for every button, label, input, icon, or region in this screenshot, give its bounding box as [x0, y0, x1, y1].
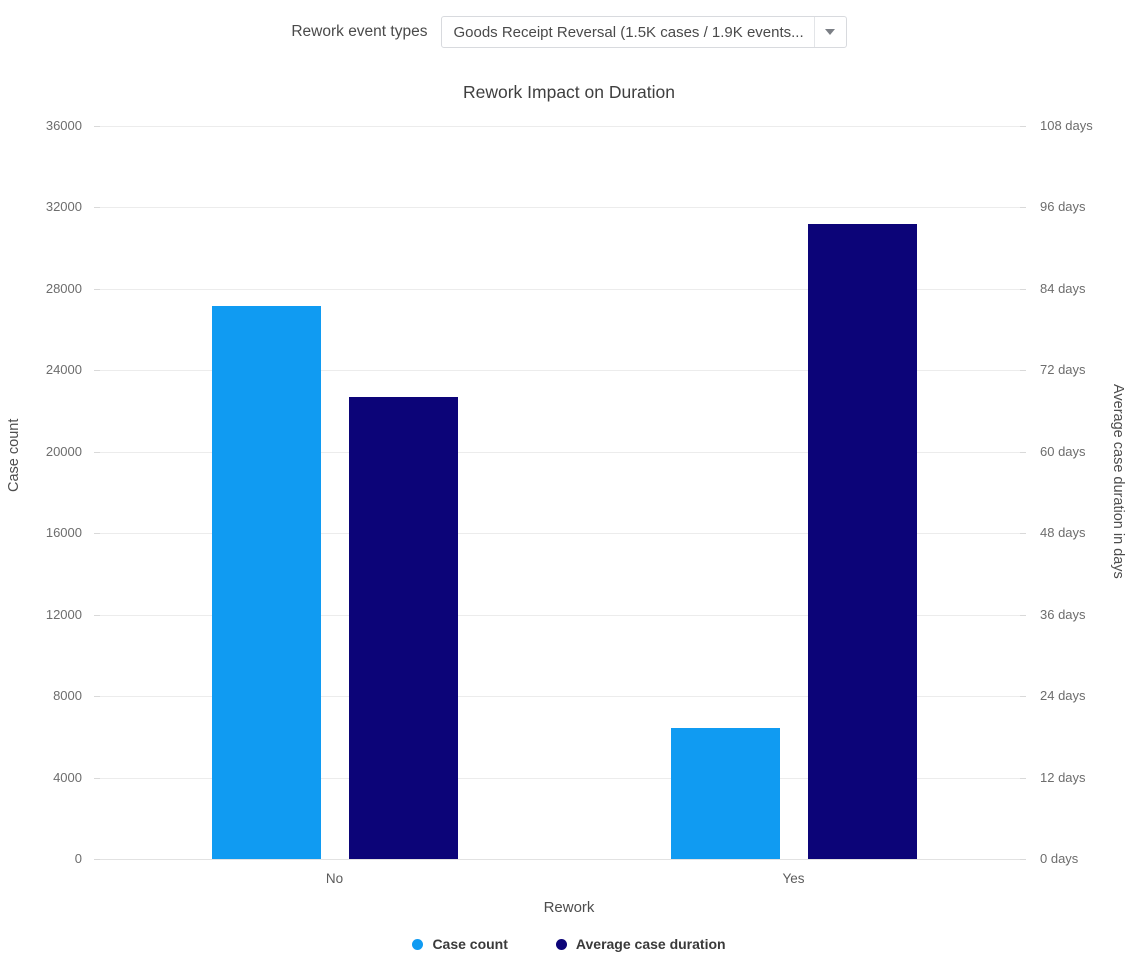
y-axis-tick-right	[1020, 696, 1026, 698]
y-axis-tick-label-right: 12 days	[1040, 769, 1086, 785]
legend-item[interactable]: Case count	[412, 936, 508, 952]
y-axis-title-left: Case count	[6, 418, 22, 492]
legend-color-swatch	[555, 938, 567, 950]
bar-no-avg-duration[interactable]	[348, 396, 458, 859]
y-axis-tick-right	[1020, 370, 1026, 372]
legend-label: Case count	[432, 936, 508, 952]
legend-item[interactable]: Average case duration	[555, 936, 726, 952]
y-axis-tick-right	[1020, 288, 1026, 290]
y-axis-tick-left	[94, 370, 100, 372]
y-axis-tick-label-left: 8000	[53, 688, 82, 704]
y-axis-title-right: Average case duration in days	[1110, 384, 1126, 579]
y-axis-tick-left	[94, 533, 100, 535]
y-axis-tick-right	[1020, 533, 1026, 535]
y-axis-tick-label-left: 4000	[53, 769, 82, 785]
y-axis-tick-right	[1020, 777, 1026, 779]
y-axis-tick-left	[94, 207, 100, 209]
y-axis-tick-label-right: 36 days	[1040, 606, 1086, 622]
y-axis-tick-label-right: 24 days	[1040, 688, 1086, 704]
gridline	[100, 126, 1020, 127]
gridline	[100, 207, 1020, 209]
y-axis-tick-right	[1020, 614, 1026, 616]
y-axis-tick-label-right: 60 days	[1040, 443, 1086, 459]
y-axis-tick-label-right: 0 days	[1040, 851, 1079, 866]
y-axis-tick-label-left: 32000	[45, 199, 82, 215]
y-axis-tick-label-left: 16000	[45, 525, 82, 541]
y-axis-tick-left	[94, 126, 100, 127]
y-axis-tick-label-left: 24000	[45, 362, 82, 378]
chart-plot-area: 0 4000 8000 12000 16000 20000 24000 28000 32000 3…	[0, 0, 1138, 972]
y-axis-tick-label-right: 108 days	[1040, 118, 1093, 133]
bar-yes-case-count[interactable]	[670, 728, 780, 859]
y-axis-tick-left	[94, 614, 100, 616]
y-axis-tick-label-left: 12000	[45, 606, 82, 622]
y-axis-tick-label-right: 72 days	[1040, 362, 1086, 378]
gridline	[100, 859, 1020, 860]
bar-no-case-count[interactable]	[211, 306, 321, 859]
y-axis-tick-left	[94, 859, 100, 860]
y-axis-tick-right	[1020, 126, 1026, 127]
y-axis-tick-label-left: 28000	[45, 280, 82, 296]
x-axis-title: Rework	[543, 899, 595, 916]
chart-legend: Case count Average case duration	[0, 936, 1138, 952]
y-axis-tick-left	[94, 696, 100, 698]
y-axis-tick-left	[94, 451, 100, 453]
legend-color-swatch	[412, 938, 424, 950]
bar-yes-avg-duration[interactable]	[807, 223, 917, 859]
x-axis-tick-label: No	[325, 871, 344, 886]
y-axis-tick-label-right: 96 days	[1040, 199, 1086, 215]
y-axis-tick-label-right: 48 days	[1040, 525, 1086, 541]
y-axis-tick-right	[1020, 859, 1026, 860]
y-axis-tick-right	[1020, 207, 1026, 209]
y-axis-tick-label-left: 36000	[45, 118, 82, 133]
y-axis-tick-label-left: 20000	[45, 443, 82, 459]
y-axis-tick-right	[1020, 451, 1026, 453]
y-axis-tick-label-left: 0	[74, 851, 82, 866]
y-axis-tick-left	[94, 288, 100, 290]
legend-label: Average case duration	[575, 936, 726, 952]
y-axis-tick-label-right: 84 days	[1040, 280, 1086, 296]
y-axis-tick-left	[94, 777, 100, 779]
x-axis-tick-label: Yes	[782, 871, 805, 886]
